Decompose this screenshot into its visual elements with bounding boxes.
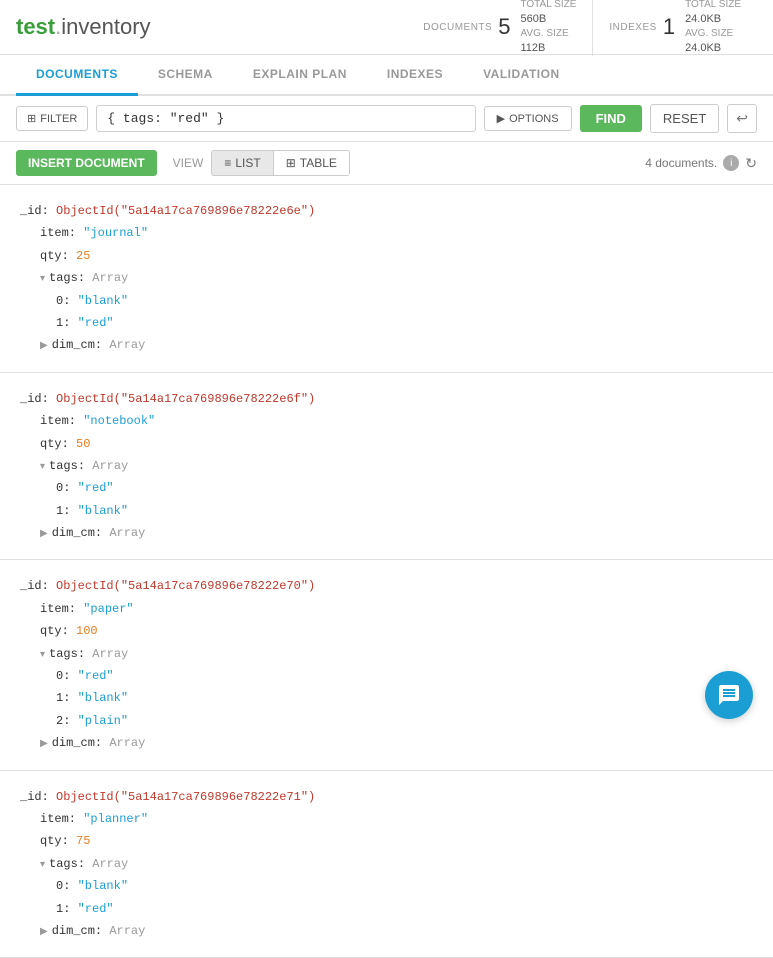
doc-tag-item: 0: "red" xyxy=(56,666,753,686)
doc-tags-field: ▾tags: Array xyxy=(40,456,753,476)
find-button[interactable]: FIND xyxy=(580,105,642,132)
total-size-label: TOTAL SIZE xyxy=(520,0,576,12)
indexes-total-size-label: TOTAL SIZE xyxy=(685,0,741,12)
options-button[interactable]: ▶ OPTIONS xyxy=(484,106,572,131)
doc-dim-field: ▶dim_cm: Array xyxy=(40,921,753,941)
filter-toolbar: ⊞ FILTER ▶ OPTIONS FIND RESET ↩ xyxy=(0,96,773,142)
doc-tag-item: 0: "red" xyxy=(56,478,753,498)
tab-schema[interactable]: SCHEMA xyxy=(138,55,233,96)
indexes-avg-size: 24.0KB xyxy=(685,41,741,56)
indexes-count: 1 xyxy=(663,14,675,40)
reset-button[interactable]: RESET xyxy=(650,104,719,133)
tab-validation[interactable]: VALIDATION xyxy=(463,55,580,96)
options-label: OPTIONS xyxy=(509,113,559,125)
table-view-button[interactable]: ⊞ TABLE xyxy=(273,151,349,175)
indexes-total-size: 24.0KB xyxy=(685,12,741,27)
tab-explain-plan[interactable]: EXPLAIN PLAN xyxy=(233,55,367,96)
doc-item-field: item: "journal" xyxy=(40,223,753,243)
indexes-avg-size-label: AVG. SIZE xyxy=(685,27,741,41)
list-icon: ≡ xyxy=(224,156,231,170)
doc-dim-field: ▶dim_cm: Array xyxy=(40,523,753,543)
info-icon[interactable]: i xyxy=(723,155,739,171)
documents-count: 5 xyxy=(498,14,510,40)
avg-size-label: AVG. SIZE xyxy=(520,27,576,41)
documents-total-size: 560B xyxy=(520,12,576,27)
view-label: VIEW xyxy=(173,156,204,170)
doc-item-field: item: "paper" xyxy=(40,599,753,619)
document-count: 4 documents. i ↻ xyxy=(645,155,757,172)
doc-qty-field: qty: 25 xyxy=(40,246,753,266)
filter-input[interactable] xyxy=(96,105,475,132)
doc-dim-field: ▶dim_cm: Array xyxy=(40,733,753,753)
doc-id-field: _id: ObjectId("5a14a17ca769896e78222e70"… xyxy=(20,576,753,596)
documents-stat: DOCUMENTS 5 TOTAL SIZE 560B AVG. SIZE 11… xyxy=(407,0,592,56)
tab-documents[interactable]: DOCUMENTS xyxy=(16,55,138,96)
indexes-sub-stats: TOTAL SIZE 24.0KB AVG. SIZE 24.0KB xyxy=(685,0,741,56)
table-row: _id: ObjectId("5a14a17ca769896e78222e6f"… xyxy=(0,373,773,561)
options-arrow-icon: ▶ xyxy=(497,112,505,125)
app-header: test.inventory DOCUMENTS 5 TOTAL SIZE 56… xyxy=(0,0,773,55)
indexes-stat: INDEXES 1 TOTAL SIZE 24.0KB AVG. SIZE 24… xyxy=(592,0,757,56)
logo-inventory: inventory xyxy=(61,14,150,39)
filter-icon: ⊞ xyxy=(27,112,36,125)
logo-test: test xyxy=(16,14,55,39)
doc-id-field: _id: ObjectId("5a14a17ca769896e78222e6e"… xyxy=(20,201,753,221)
doc-tag-item: 1: "red" xyxy=(56,899,753,919)
indexes-label: INDEXES xyxy=(609,22,656,33)
doc-tags-field: ▾tags: Array xyxy=(40,644,753,664)
insert-document-button[interactable]: INSERT DOCUMENT xyxy=(16,150,157,176)
doc-qty-field: qty: 50 xyxy=(40,434,753,454)
refresh-icon[interactable]: ↻ xyxy=(745,155,757,172)
doc-tag-item: 0: "blank" xyxy=(56,291,753,311)
doc-tags-field: ▾tags: Array xyxy=(40,268,753,288)
undo-button[interactable]: ↩ xyxy=(727,104,757,133)
doc-tags-field: ▾tags: Array xyxy=(40,854,753,874)
app-logo: test.inventory xyxy=(16,14,151,40)
doc-qty-field: qty: 100 xyxy=(40,621,753,641)
chat-bubble[interactable] xyxy=(705,671,753,719)
table-row: _id: ObjectId("5a14a17ca769896e78222e6e"… xyxy=(0,185,773,373)
tab-indexes[interactable]: INDEXES xyxy=(367,55,463,96)
documents-list: _id: ObjectId("5a14a17ca769896e78222e6e"… xyxy=(0,185,773,958)
doc-tag-item: 0: "blank" xyxy=(56,876,753,896)
doc-count-value: 4 documents. xyxy=(645,156,717,170)
doc-item-field: item: "planner" xyxy=(40,809,753,829)
list-label: LIST xyxy=(235,156,260,170)
doc-dim-field: ▶dim_cm: Array xyxy=(40,335,753,355)
doc-tag-item: 2: "plain" xyxy=(56,711,753,731)
doc-tag-item: 1: "red" xyxy=(56,313,753,333)
filter-button[interactable]: ⊞ FILTER xyxy=(16,106,88,131)
main-tabs: DOCUMENTS SCHEMA EXPLAIN PLAN INDEXES VA… xyxy=(0,55,773,96)
doc-id-field: _id: ObjectId("5a14a17ca769896e78222e71"… xyxy=(20,787,753,807)
view-toggle: ≡ LIST ⊞ TABLE xyxy=(211,150,350,176)
chat-icon xyxy=(717,683,741,707)
documents-label: DOCUMENTS xyxy=(423,22,492,33)
doc-qty-field: qty: 75 xyxy=(40,831,753,851)
doc-tag-item: 1: "blank" xyxy=(56,501,753,521)
action-bar: INSERT DOCUMENT VIEW ≡ LIST ⊞ TABLE 4 do… xyxy=(0,142,773,185)
doc-item-field: item: "notebook" xyxy=(40,411,753,431)
documents-sub-stats: TOTAL SIZE 560B AVG. SIZE 112B xyxy=(520,0,576,56)
filter-label: FILTER xyxy=(40,113,77,125)
doc-tag-item: 1: "blank" xyxy=(56,688,753,708)
table-row: _id: ObjectId("5a14a17ca769896e78222e70"… xyxy=(0,560,773,770)
table-label: TABLE xyxy=(300,156,337,170)
table-icon: ⊞ xyxy=(286,156,296,170)
table-row: _id: ObjectId("5a14a17ca769896e78222e71"… xyxy=(0,771,773,958)
doc-id-field: _id: ObjectId("5a14a17ca769896e78222e6f"… xyxy=(20,389,753,409)
list-view-button[interactable]: ≡ LIST xyxy=(212,151,272,175)
header-stats: DOCUMENTS 5 TOTAL SIZE 560B AVG. SIZE 11… xyxy=(407,0,757,56)
